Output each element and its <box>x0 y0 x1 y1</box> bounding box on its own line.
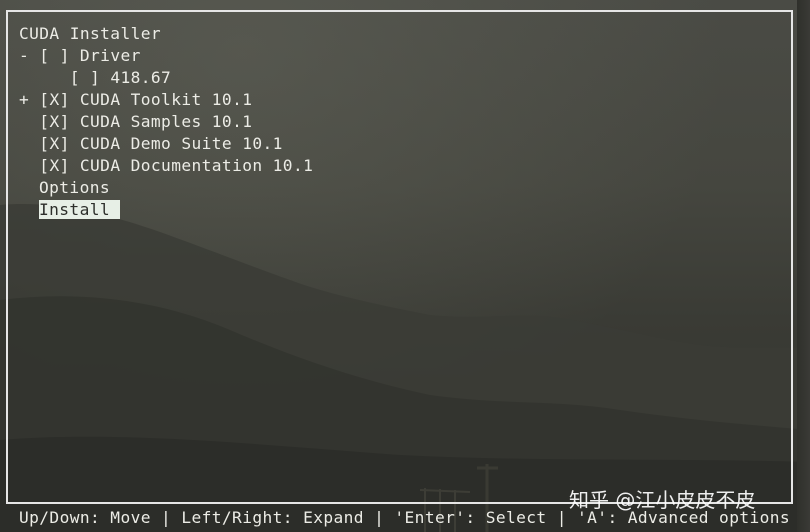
menu-item-driver[interactable]: - [ ] Driver <box>19 45 141 67</box>
menu-item-cuda-samples[interactable]: [X] CUDA Samples 10.1 <box>19 111 252 133</box>
cuda-samples-checkbox[interactable]: [X] <box>39 112 69 131</box>
options-menu-item[interactable]: Options <box>39 177 110 199</box>
menu-item-prefix: + <box>19 90 40 109</box>
installer-title: CUDA Installer <box>19 24 162 43</box>
window-edge <box>797 0 810 532</box>
menu-item-prefix <box>19 156 39 175</box>
terminal-screen: CUDA Installer - [ ] Driver [ ] 418.67 +… <box>0 0 810 532</box>
menu-item-cuda-demo-suite[interactable]: [X] CUDA Demo Suite 10.1 <box>19 133 283 155</box>
menu-item-label: 418.67 <box>110 68 172 87</box>
menu-item-prefix: - <box>19 46 40 65</box>
menu-item-label: CUDA Demo Suite 10.1 <box>79 134 283 153</box>
cuda-demo-suite-checkbox[interactable]: [X] <box>39 134 69 153</box>
menu-item-cuda-toolkit[interactable]: + [X] CUDA Toolkit 10.1 <box>19 89 252 111</box>
menu-item-prefix <box>19 112 39 131</box>
status-bar: Up/Down: Move | Left/Right: Expand | 'En… <box>19 508 791 527</box>
driver-checkbox[interactable]: [ ] <box>39 46 69 65</box>
driver-version-checkbox[interactable]: [ ] <box>70 68 100 87</box>
menu-item-label: CUDA Toolkit 10.1 <box>79 90 253 109</box>
cuda-documentation-checkbox[interactable]: [X] <box>39 156 69 175</box>
install-menu-item[interactable]: Install <box>39 199 121 221</box>
cuda-toolkit-checkbox[interactable]: [X] <box>39 90 69 109</box>
menu-item-cuda-documentation[interactable]: [X] CUDA Documentation 10.1 <box>19 155 313 177</box>
menu-item-prefix <box>19 134 39 153</box>
menu-item-label: Driver <box>79 46 141 65</box>
menu-item-label: CUDA Documentation 10.1 <box>79 156 314 175</box>
menu-item-driver-version[interactable]: [ ] 418.67 <box>19 67 171 89</box>
menu-item-label: CUDA Samples 10.1 <box>79 112 253 131</box>
menu-item-prefix <box>19 68 70 87</box>
install-button[interactable]: Install <box>39 200 121 219</box>
